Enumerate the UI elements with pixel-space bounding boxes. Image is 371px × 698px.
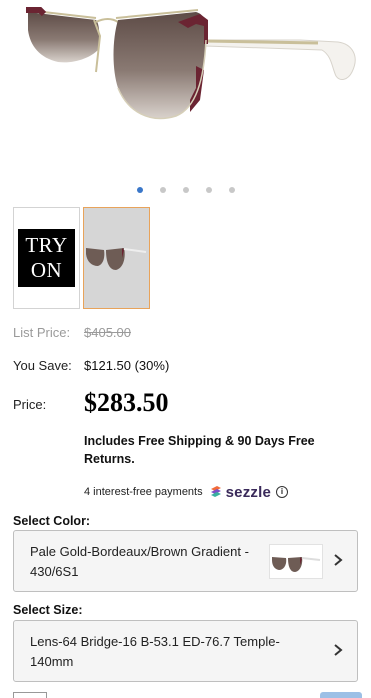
sezzle-banner[interactable]: 4 interest-free payments sezzle i: [84, 482, 289, 502]
carousel-dots: [0, 187, 371, 197]
color-swatch-thumbnail: [269, 544, 323, 579]
info-icon[interactable]: i: [276, 486, 289, 498]
carousel-dot[interactable]: [229, 187, 235, 193]
color-selector-value: Pale Gold-Bordeaux/Brown Gradient - 430/…: [30, 544, 249, 579]
sezzle-wordmark: sezzle: [225, 483, 272, 501]
sunglasses-thumbnail-icon: [86, 248, 147, 270]
list-price-value: $405.00: [84, 325, 131, 340]
carousel-dot[interactable]: [206, 187, 212, 193]
bottom-partial-row: [0, 692, 371, 698]
partial-button[interactable]: [320, 692, 362, 698]
color-selector[interactable]: Pale Gold-Bordeaux/Brown Gradient - 430/…: [13, 530, 358, 592]
product-image[interactable]: [0, 0, 371, 180]
you-save-label: You Save:: [13, 358, 72, 373]
price-label: Price:: [13, 397, 47, 412]
chevron-right-icon: [334, 554, 343, 566]
sezzle-logo: sezzle: [209, 484, 271, 501]
size-selector-value: Lens-64 Bridge-16 B-53.1 ED-76.7 Temple-…: [30, 634, 280, 669]
try-on-line2: ON: [30, 258, 63, 282]
carousel-dot[interactable]: [183, 187, 189, 193]
try-on-logo: TRY ON: [18, 229, 75, 287]
partial-checkbox[interactable]: [13, 692, 47, 698]
size-selector[interactable]: Lens-64 Bridge-16 B-53.1 ED-76.7 Temple-…: [13, 620, 358, 682]
select-size-label: Select Size:: [13, 603, 83, 617]
sezzle-icon: [210, 486, 221, 497]
select-color-label: Select Color:: [13, 514, 91, 528]
you-save-value: $121.50 (30%): [84, 358, 170, 373]
list-price-label: List Price:: [13, 325, 71, 340]
carousel-dot[interactable]: [137, 187, 143, 193]
shipping-note: Includes Free Shipping & 90 Days Free Re…: [84, 434, 315, 466]
price-value: $283.50: [84, 388, 169, 417]
product-thumbnail-selected[interactable]: [83, 207, 150, 309]
carousel-dot[interactable]: [160, 187, 166, 193]
sunglasses-swatch-icon: [272, 557, 321, 572]
try-on-line1: TRY: [25, 233, 68, 257]
chevron-right-icon: [334, 644, 343, 656]
sezzle-text: 4 interest-free payments: [84, 486, 203, 498]
try-on-thumbnail[interactable]: TRY ON: [13, 207, 80, 309]
